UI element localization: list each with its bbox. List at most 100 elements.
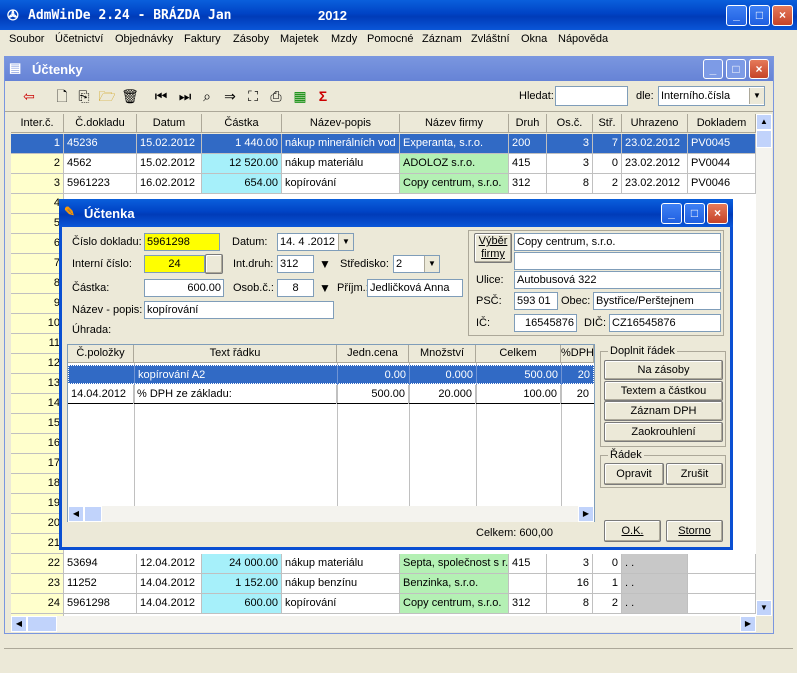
items-col-text[interactable]: Text řádku bbox=[134, 345, 337, 363]
cell-inter[interactable]: 17 bbox=[11, 454, 64, 474]
cell-inter[interactable]: 13 bbox=[11, 374, 64, 394]
dialog-maximize-button[interactable]: □ bbox=[684, 203, 705, 224]
cell-inter[interactable]: 16 bbox=[11, 434, 64, 454]
cell-datum[interactable]: 16.02.2012 bbox=[137, 174, 202, 194]
items-row[interactable]: 14.04.2012 % DPH ze základu: 500.00 20.0… bbox=[68, 385, 594, 404]
cell-datum[interactable]: 14.04.2012 bbox=[137, 574, 202, 594]
cell-firma[interactable]: Copy centrum, s.r.o. bbox=[400, 174, 509, 194]
col-uhrazeno[interactable]: Uhrazeno bbox=[622, 114, 688, 133]
cell-nazev[interactable]: kopírování bbox=[282, 594, 400, 614]
stredisko-chevron-down-icon[interactable]: ▼ bbox=[424, 256, 439, 272]
ulice-input[interactable]: Autobusová 322 bbox=[514, 271, 721, 289]
search-by-select[interactable]: Interního.čísla ▼ bbox=[658, 86, 765, 106]
cell-doklad[interactable]: 45236 bbox=[64, 134, 137, 154]
child-title-bar[interactable]: ▤ Účtenky _ □ × bbox=[5, 57, 773, 81]
cell-dokladem[interactable]: PV0044 bbox=[688, 154, 756, 174]
zaznam-dph-button[interactable]: Záznam DPH bbox=[604, 401, 723, 421]
cell-os[interactable]: 8 bbox=[547, 594, 593, 614]
cell-nazev[interactable]: nákup minerálních vod bbox=[282, 134, 400, 154]
int-druh-dropdown-icon[interactable]: ▼ bbox=[316, 255, 334, 273]
select-icon[interactable]: ⛶ bbox=[242, 85, 264, 107]
items-col-mnozstvi[interactable]: Množství bbox=[409, 345, 476, 363]
obec-input[interactable]: Bystřice/Perštejnem bbox=[593, 292, 721, 310]
cell-inter[interactable]: 6 bbox=[11, 234, 64, 254]
cell-doklad[interactable]: 53694 bbox=[64, 554, 137, 574]
items-scroll-thumb[interactable] bbox=[84, 506, 102, 522]
menu-objednavky[interactable]: Objednávky bbox=[115, 33, 173, 45]
cell-druh[interactable]: 415 bbox=[509, 154, 547, 174]
cell-uhrazeno[interactable]: . . bbox=[622, 554, 688, 574]
delete-icon[interactable]: 🗑 bbox=[119, 85, 141, 107]
ok-button[interactable]: O.K. bbox=[604, 520, 661, 542]
scroll-down-icon[interactable]: ▼ bbox=[756, 600, 772, 616]
cell-uhrazeno[interactable]: . . bbox=[622, 574, 688, 594]
open-icon[interactable]: 🗁 bbox=[96, 85, 118, 107]
storno-button[interactable]: Storno bbox=[666, 520, 723, 542]
cell-inter[interactable]: 1 bbox=[11, 134, 64, 154]
col-os[interactable]: Os.č. bbox=[547, 114, 593, 133]
items-col-polozky[interactable]: Č.položky bbox=[68, 345, 134, 363]
menu-pomocne[interactable]: Pomocné bbox=[367, 33, 413, 45]
cislo-dokladu-input[interactable]: 5961298 bbox=[144, 233, 220, 251]
cell-inter[interactable]: 10 bbox=[11, 314, 64, 334]
cell-str[interactable]: 1 bbox=[593, 574, 622, 594]
datum-input[interactable]: 14. 4 .2012 ▼ bbox=[277, 233, 354, 251]
menu-soubor[interactable]: Soubor bbox=[9, 33, 44, 45]
cell-firma[interactable]: ADOLOZ s.r.o. bbox=[400, 154, 509, 174]
cell-os[interactable]: 3 bbox=[547, 554, 593, 574]
items-scroll-right-icon[interactable]: ▶ bbox=[578, 506, 594, 522]
cell-inter[interactable]: 14 bbox=[11, 394, 64, 414]
vyber-firmy-button[interactable]: Výběr firmy bbox=[474, 233, 512, 263]
scroll-left-icon[interactable]: ◀ bbox=[11, 616, 27, 632]
sum-icon[interactable]: Σ bbox=[312, 85, 334, 107]
menu-faktury[interactable]: Faktury bbox=[184, 33, 221, 45]
cell-nazev[interactable]: kopírování bbox=[282, 174, 400, 194]
cell-inter[interactable]: 4 bbox=[11, 194, 64, 214]
cell-dokladem[interactable] bbox=[688, 574, 756, 594]
cell-str[interactable]: 0 bbox=[593, 154, 622, 174]
cell-inter[interactable]: 23 bbox=[11, 574, 64, 594]
firma2-input[interactable] bbox=[514, 252, 721, 270]
child-minimize-button[interactable]: _ bbox=[703, 59, 723, 79]
cell-inter[interactable]: 8 bbox=[11, 274, 64, 294]
cell-druh[interactable]: 312 bbox=[509, 594, 547, 614]
cell-str[interactable]: 0 bbox=[593, 554, 622, 574]
menu-okna[interactable]: Okna bbox=[521, 33, 547, 45]
col-castka[interactable]: Částka bbox=[202, 114, 282, 133]
exit-icon[interactable]: ⇦ bbox=[18, 85, 40, 107]
child-maximize-button[interactable]: □ bbox=[726, 59, 746, 79]
cell-castka[interactable]: 24 000.00 bbox=[202, 554, 282, 574]
cell-doklad[interactable]: 5961298 bbox=[64, 594, 137, 614]
items-hscrollbar[interactable]: ◀ ▶ bbox=[68, 506, 594, 522]
cell-firma[interactable]: Septa, společnost s r.o. bbox=[400, 554, 509, 574]
main-title-bar[interactable]: ✇ AdmWinDe 2.24 - BRÁZDA Jan 2012 _ □ × bbox=[0, 0, 797, 30]
dialog-close-button[interactable]: × bbox=[707, 203, 728, 224]
cell-str[interactable]: 7 bbox=[593, 134, 622, 154]
cell-inter[interactable]: 24 bbox=[11, 594, 64, 614]
cell-os[interactable]: 8 bbox=[547, 174, 593, 194]
cell-inter[interactable]: 12 bbox=[11, 354, 64, 374]
items-col-dph[interactable]: %DPH bbox=[561, 345, 594, 363]
cell-os[interactable]: 16 bbox=[547, 574, 593, 594]
cell-inter[interactable]: 9 bbox=[11, 294, 64, 314]
col-druh[interactable]: Druh bbox=[509, 114, 547, 133]
cell-inter[interactable]: 20 bbox=[11, 514, 64, 534]
new-icon[interactable]: 🗋 bbox=[51, 85, 73, 107]
cell-datum[interactable]: 15.02.2012 bbox=[137, 154, 202, 174]
close-button[interactable]: × bbox=[772, 5, 793, 26]
cell-dokladem[interactable]: PV0045 bbox=[688, 134, 756, 154]
menu-zasoby[interactable]: Zásoby bbox=[233, 33, 269, 45]
int-druh-input[interactable]: 312 bbox=[277, 255, 314, 273]
cell-uhrazeno[interactable]: . . bbox=[622, 594, 688, 614]
menu-napoveda[interactable]: Nápověda bbox=[558, 33, 608, 45]
cell-doklad[interactable]: 5961223 bbox=[64, 174, 137, 194]
child-close-button[interactable]: × bbox=[749, 59, 769, 79]
cell-uhrazeno[interactable]: 23.02.2012 bbox=[622, 134, 688, 154]
cell-os[interactable]: 3 bbox=[547, 134, 593, 154]
cell-nazev[interactable]: nákup materiálu bbox=[282, 554, 400, 574]
cell-castka[interactable]: 1 152.00 bbox=[202, 574, 282, 594]
menu-zvlastni[interactable]: Zvláštní bbox=[471, 33, 510, 45]
cell-dokladem[interactable] bbox=[688, 554, 756, 574]
cell-str[interactable]: 2 bbox=[593, 174, 622, 194]
last-record-icon[interactable]: ⏭ bbox=[174, 85, 196, 107]
